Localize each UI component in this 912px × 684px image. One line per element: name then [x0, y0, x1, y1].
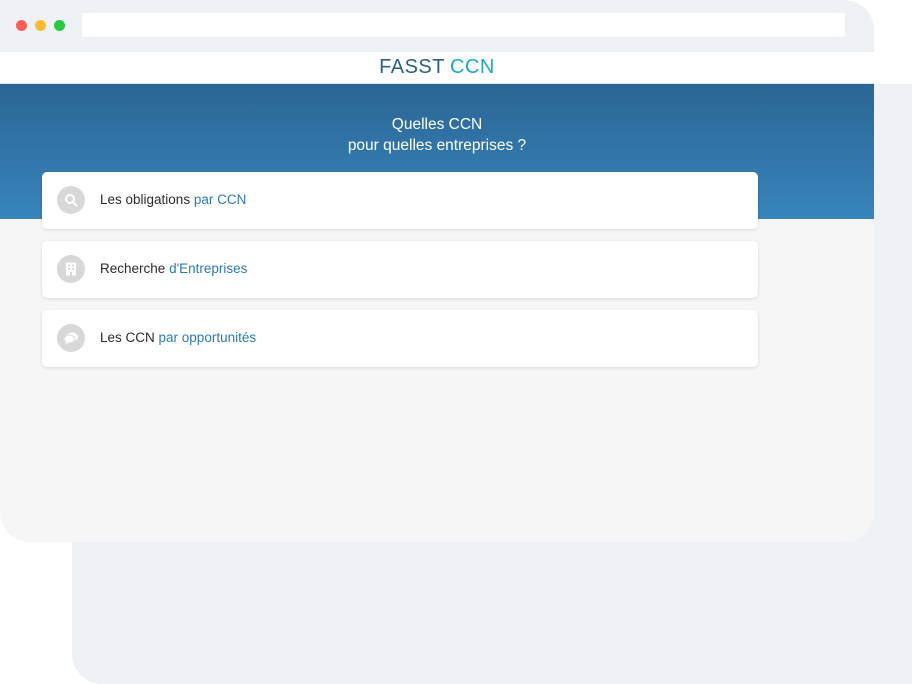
menu-item-label: Recherche d'Entreprises	[100, 261, 247, 276]
menu-list: Les obligations par CCN Recherche d'Entr…	[42, 172, 758, 379]
address-bar[interactable]	[82, 13, 845, 37]
app-header: FASST CCN	[0, 52, 874, 84]
menu-item-accent: par CCN	[193, 192, 247, 207]
browser-titlebar	[0, 0, 874, 52]
page-title-line2: pour quelles entreprises ?	[347, 137, 527, 154]
menu-item-label: Les CCN par opportunités	[100, 330, 256, 345]
minimize-window-icon[interactable]	[35, 20, 46, 31]
logo-text-primary: FASST	[379, 56, 445, 78]
menu-item-label: Les obligations par CCN	[100, 192, 246, 207]
menu-item-text: Les CCN	[100, 330, 155, 345]
search-icon	[57, 186, 85, 214]
chat-icon	[57, 324, 85, 352]
menu-item-accent: par opportunités	[158, 330, 257, 345]
stage: FASST CCN Quelles CCN pour quelles entrep…	[0, 0, 912, 684]
logo-text-secondary: CCN	[450, 56, 495, 78]
menu-item-text: Recherche	[100, 261, 166, 276]
menu-item-entreprises[interactable]: Recherche d'Entreprises	[42, 241, 758, 298]
maximize-window-icon[interactable]	[54, 20, 65, 31]
browser-window: FASST CCN Quelles CCN pour quelles entrep…	[0, 0, 874, 542]
page-title-line1: Quelles CCN	[391, 116, 483, 133]
menu-item-accent: d'Entreprises	[169, 261, 248, 276]
close-window-icon[interactable]	[16, 20, 27, 31]
menu-item-obligations[interactable]: Les obligations par CCN	[42, 172, 758, 229]
app-logo[interactable]: FASST CCN	[0, 56, 874, 79]
page-title: Quelles CCN pour quelles entreprises ?	[0, 114, 874, 156]
building-icon	[57, 255, 85, 283]
menu-item-opportunites[interactable]: Les CCN par opportunités	[42, 310, 758, 367]
menu-item-text: Les obligations	[100, 192, 191, 207]
